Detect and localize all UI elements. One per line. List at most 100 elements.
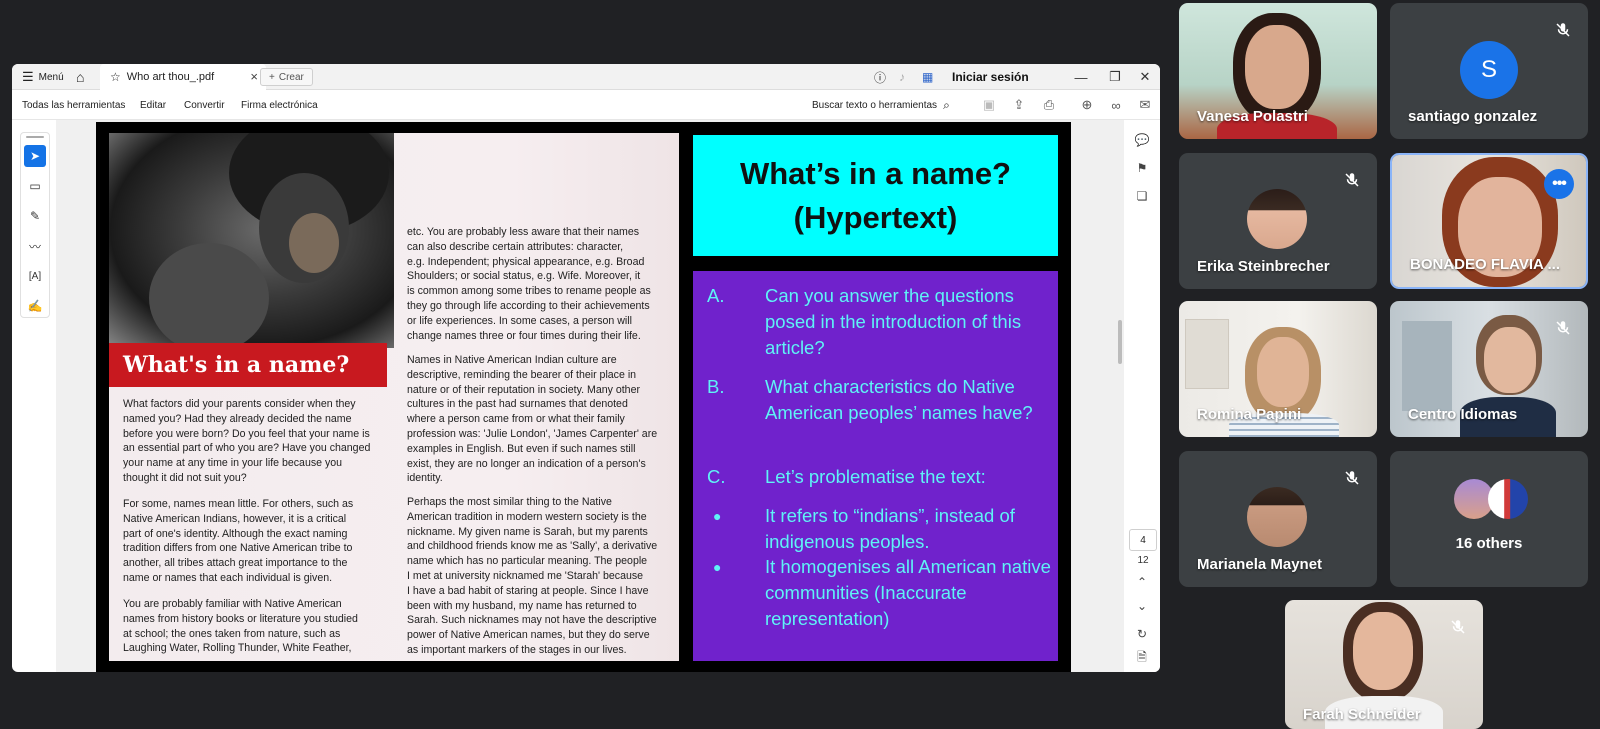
pdf-viewer-window: ☰ Menú ⌂ ☆ Who art thou_.pdf × + Crear ⓘ… bbox=[12, 64, 1160, 672]
magazine-col1-para3: You are probably familiar with Native Am… bbox=[123, 598, 358, 655]
avatar: S bbox=[1460, 41, 1518, 99]
hamburger-icon: ☰ bbox=[22, 69, 34, 84]
participant-tile[interactable]: Farah Schneider bbox=[1285, 600, 1483, 729]
rotate-icon[interactable]: ↻ bbox=[1132, 624, 1152, 644]
save-icon[interactable]: ▣ bbox=[980, 96, 998, 114]
home-icon[interactable]: ⌂ bbox=[76, 64, 84, 90]
participant-name: Romina Papini bbox=[1197, 406, 1302, 423]
share-user-icon[interactable]: ⊕ bbox=[1078, 96, 1096, 114]
panel-grip bbox=[26, 136, 44, 138]
star-icon: ☆ bbox=[110, 70, 121, 84]
menu-convert[interactable]: Convertir bbox=[184, 90, 225, 120]
slide-questions-box: A. Can you answer the questions posed in… bbox=[693, 271, 1058, 661]
page-save-icon[interactable]: 🗎 bbox=[1132, 648, 1152, 668]
bullet-2-text: It homogenises all American native commu… bbox=[765, 556, 1051, 629]
bookmark-icon[interactable]: ⚑ bbox=[1132, 158, 1152, 178]
avatar bbox=[1247, 487, 1307, 547]
others-count: 16 others bbox=[1455, 535, 1523, 552]
magazine-col1-para1: What factors did your parents consider w… bbox=[123, 398, 371, 484]
chevron-down-icon[interactable]: ⌄ bbox=[1132, 596, 1152, 616]
mic-off-icon bbox=[1445, 614, 1471, 640]
menu-label: Menú bbox=[38, 71, 64, 83]
close-tab-icon[interactable]: × bbox=[250, 69, 258, 84]
select-cursor-icon[interactable]: ➤ bbox=[24, 145, 46, 167]
participant-tile[interactable]: Centro Idiomas bbox=[1390, 301, 1588, 437]
participant-name: BONADEO FLAVIA ... bbox=[1410, 256, 1560, 273]
participant-name: Farah Schneider bbox=[1303, 706, 1421, 723]
participant-tile[interactable]: S santiago gonzalez bbox=[1390, 3, 1588, 139]
more-options-icon[interactable]: ••• bbox=[1544, 169, 1574, 199]
titlebar: ☰ Menú ⌂ ☆ Who art thou_.pdf × + Crear ⓘ… bbox=[12, 64, 1160, 90]
apps-grid-icon[interactable]: ▦ bbox=[922, 64, 933, 90]
add-comment-icon[interactable]: ▭ bbox=[24, 175, 46, 197]
plus-icon: + bbox=[269, 71, 275, 83]
menu-all-tools[interactable]: Todas las herramientas bbox=[22, 90, 125, 120]
avatar bbox=[1488, 479, 1528, 519]
help-icon[interactable]: ⓘ bbox=[874, 64, 886, 90]
participant-name: Centro Idiomas bbox=[1408, 406, 1518, 423]
create-label: Crear bbox=[278, 71, 304, 83]
participant-tile[interactable]: Vanesa Polastri bbox=[1179, 3, 1377, 139]
question-c-text: Let’s problematise the text: bbox=[765, 466, 986, 487]
signin-button[interactable]: Iniciar sesión bbox=[952, 64, 1029, 90]
main-toolbar: Todas las herramientas Editar Convertir … bbox=[12, 90, 1160, 120]
bullet-1-text: It refers to “indians”, instead of indig… bbox=[765, 505, 1015, 552]
close-window-icon[interactable]: ✕ bbox=[1132, 64, 1158, 90]
chevron-up-icon[interactable]: ⌃ bbox=[1132, 572, 1152, 592]
create-button[interactable]: + Crear bbox=[260, 68, 313, 86]
mic-off-icon bbox=[1550, 17, 1576, 43]
others-tile[interactable]: 16 others bbox=[1390, 451, 1588, 587]
participant-tile-active[interactable]: ••• BONADEO FLAVIA ... bbox=[1390, 153, 1588, 289]
magazine-col2-para3: Perhaps the most similar thing to the Na… bbox=[407, 496, 658, 656]
participant-name: Erika Steinbrecher bbox=[1197, 258, 1330, 275]
tab-title: Who art thou_.pdf bbox=[126, 71, 215, 83]
search-tools[interactable]: Buscar texto o herramientas ⌕ bbox=[812, 90, 950, 120]
menu-button[interactable]: ☰ Menú bbox=[22, 64, 64, 90]
participant-tile[interactable]: Romina Papini bbox=[1179, 301, 1377, 437]
participant-name: Vanesa Polastri bbox=[1197, 108, 1308, 125]
magazine-heading: What's in a name? bbox=[109, 343, 387, 387]
question-b-text: What characteristics do Native American … bbox=[765, 376, 1033, 423]
signature-icon[interactable]: ✍ bbox=[24, 295, 46, 317]
comments-icon[interactable]: 💬 bbox=[1132, 130, 1152, 150]
magazine-col2-para1: etc. You are probably less aware that th… bbox=[407, 226, 651, 342]
restore-icon[interactable]: ❐ bbox=[1102, 64, 1128, 90]
mic-off-icon bbox=[1550, 315, 1576, 341]
draw-freehand-icon[interactable]: 〰 bbox=[24, 235, 46, 257]
menu-esign[interactable]: Firma electrónica bbox=[241, 90, 318, 120]
avatar-initial: S bbox=[1480, 56, 1497, 83]
search-label: Buscar texto o herramientas bbox=[812, 99, 938, 111]
link-icon[interactable]: ∞ bbox=[1107, 96, 1125, 114]
upload-icon[interactable]: ⇪ bbox=[1010, 96, 1028, 114]
pdf-page-slide: What's in a name? What factors did your … bbox=[96, 122, 1071, 672]
native-american-photo bbox=[109, 133, 394, 353]
participant-tile[interactable]: Marianela Maynet bbox=[1179, 451, 1377, 587]
magazine-col2-para2: Names in Native American Indian culture … bbox=[407, 354, 658, 485]
slide-title-line2: (Hypertext) bbox=[793, 199, 958, 235]
total-pages: 12 bbox=[1137, 555, 1149, 566]
highlight-pen-icon[interactable]: ✎ bbox=[24, 205, 46, 227]
mic-off-icon bbox=[1339, 465, 1365, 491]
right-tool-rail: 💬 ⚑ ❏ ⌃ ⌄ ↻ 🗎 bbox=[1124, 120, 1160, 672]
search-icon: ⌕ bbox=[943, 97, 950, 112]
email-icon[interactable]: ✉ bbox=[1136, 96, 1154, 114]
text-box-icon[interactable]: [A] bbox=[24, 265, 46, 287]
avatar bbox=[1247, 189, 1307, 249]
bullet-1-marker: ● bbox=[713, 508, 722, 524]
participant-tile[interactable]: Erika Steinbrecher bbox=[1179, 153, 1377, 289]
slide-title-box: What’s in a name? (Hypertext) bbox=[693, 135, 1058, 256]
question-b-label: B. bbox=[707, 376, 725, 397]
print-icon[interactable]: ⎙ bbox=[1040, 96, 1058, 114]
menu-edit[interactable]: Editar bbox=[140, 90, 166, 120]
minimize-icon[interactable]: — bbox=[1068, 64, 1094, 90]
participant-name: santiago gonzalez bbox=[1408, 108, 1538, 125]
tab-document[interactable]: ☆ Who art thou_.pdf × bbox=[100, 64, 266, 90]
bell-icon[interactable]: ♪ bbox=[899, 64, 905, 90]
left-tool-panel: ➤ ▭ ✎ 〰 [A] ✍ bbox=[20, 132, 50, 318]
question-c-label: C. bbox=[707, 466, 726, 487]
vertical-scrollbar[interactable] bbox=[1118, 320, 1122, 364]
current-page-input[interactable]: 4 bbox=[1129, 529, 1157, 551]
mic-off-icon bbox=[1339, 167, 1365, 193]
magazine-col1-para2: For some, names mean little. For others,… bbox=[123, 498, 354, 584]
copy-pages-icon[interactable]: ❏ bbox=[1132, 186, 1152, 206]
